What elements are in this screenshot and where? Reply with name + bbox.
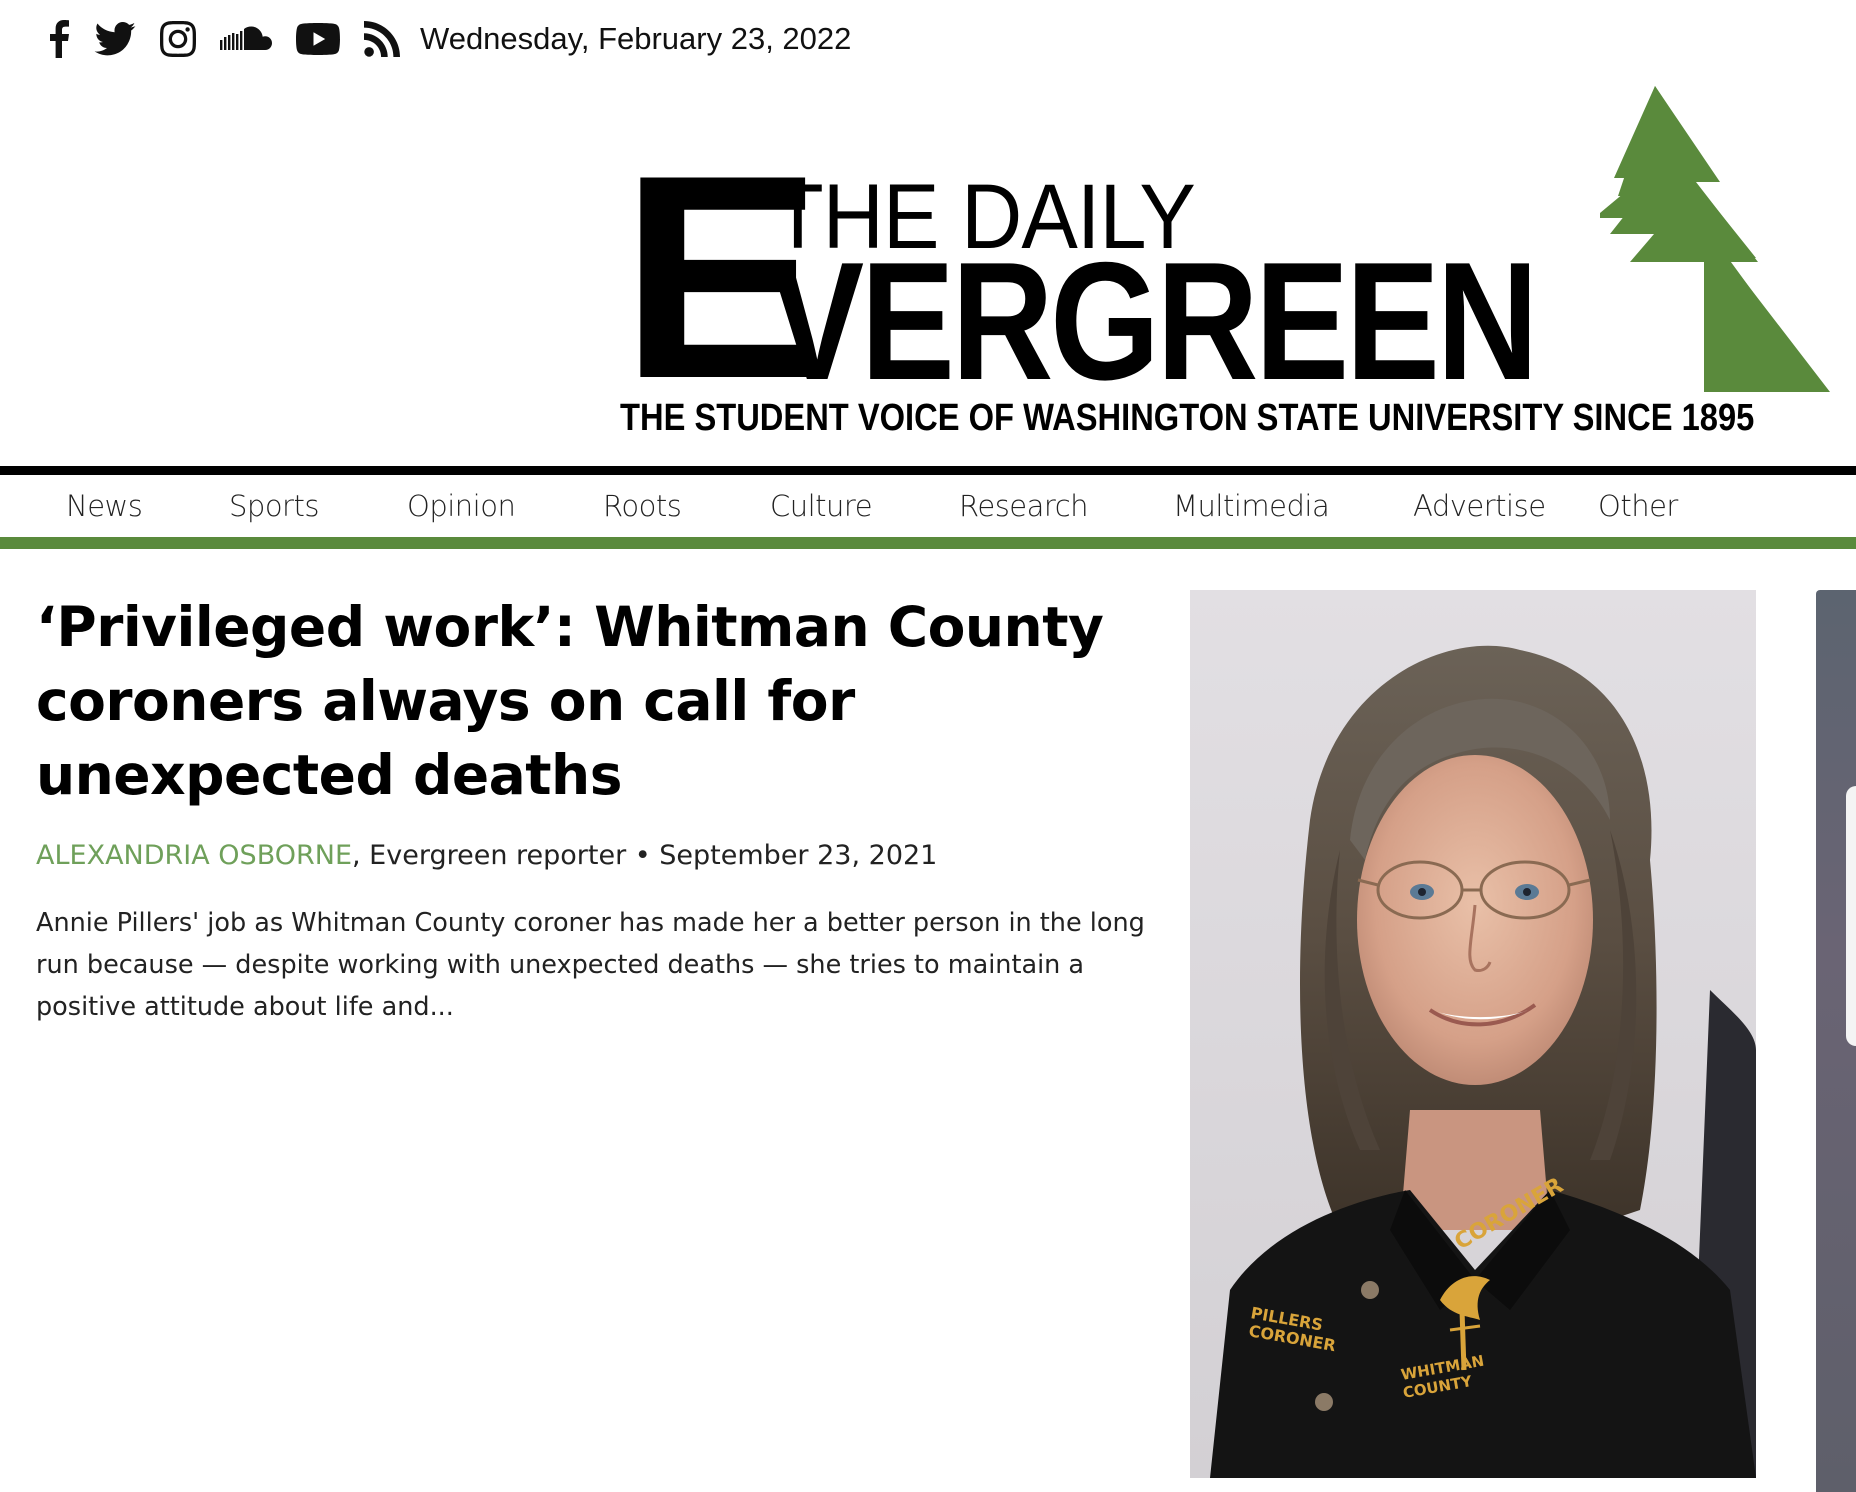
instagram-icon[interactable]: [160, 18, 196, 60]
masthead: E THE DAILY VERGREEN THE STUDENT VOICE O…: [0, 80, 1856, 466]
article-excerpt: Annie Pillers' job as Whitman County cor…: [36, 908, 1145, 1022]
nav-item-multimedia[interactable]: Multimedia: [1173, 489, 1413, 523]
nav-item-advertise[interactable]: Advertise: [1413, 489, 1598, 523]
nav-top-rule: [0, 466, 1856, 475]
nav-item-culture[interactable]: Culture: [770, 489, 959, 523]
logo-tagline: THE STUDENT VOICE OF WASHINGTON STATE UN…: [620, 397, 1755, 439]
youtube-icon[interactable]: [296, 18, 340, 60]
nav-item-other[interactable]: Other: [1598, 489, 1678, 523]
current-date: Wednesday, February 23, 2022: [420, 21, 852, 56]
article-date: September 23, 2021: [659, 840, 938, 871]
featured-article: ‘Privileged work’: Whitman County corone…: [36, 590, 1156, 1054]
top-bar: Wednesday, February 23, 2022: [0, 0, 1856, 80]
author-link[interactable]: ALEXANDRIA OSBORNE: [36, 840, 352, 871]
nav-item-research[interactable]: Research: [959, 489, 1173, 523]
next-slide-peek[interactable]: [1816, 590, 1856, 1492]
evergreen-tree-icon: [1600, 86, 1830, 392]
nav-item-news[interactable]: News: [66, 489, 229, 523]
article-headline[interactable]: ‘Privileged work’: Whitman County corone…: [36, 590, 1156, 812]
author-role: , Evergreen reporter: [352, 840, 627, 871]
slider-handle[interactable]: [1846, 786, 1856, 1046]
nav-bottom-rule: [0, 537, 1856, 549]
facebook-icon[interactable]: [48, 18, 70, 60]
article-byline: ALEXANDRIA OSBORNE, Evergreen reporter •…: [36, 836, 1156, 876]
nav-item-sports[interactable]: Sports: [229, 489, 407, 523]
logo-vergreen: VERGREEN: [770, 227, 1538, 415]
byline-separator: •: [626, 840, 660, 871]
nav-item-opinion[interactable]: Opinion: [407, 489, 603, 523]
social-links: [48, 18, 400, 60]
nav-item-roots[interactable]: Roots: [603, 489, 770, 523]
rss-icon[interactable]: [364, 18, 400, 60]
site-logo[interactable]: E THE DAILY VERGREEN THE STUDENT VOICE O…: [620, 86, 1856, 466]
twitter-icon[interactable]: [94, 18, 136, 60]
main-nav: News Sports Opinion Roots Culture Resear…: [0, 475, 1856, 537]
soundcloud-icon[interactable]: [220, 18, 272, 60]
article-photo[interactable]: PILLERS CORONER CORONER WHITMAN COUNTY: [1190, 590, 1756, 1478]
